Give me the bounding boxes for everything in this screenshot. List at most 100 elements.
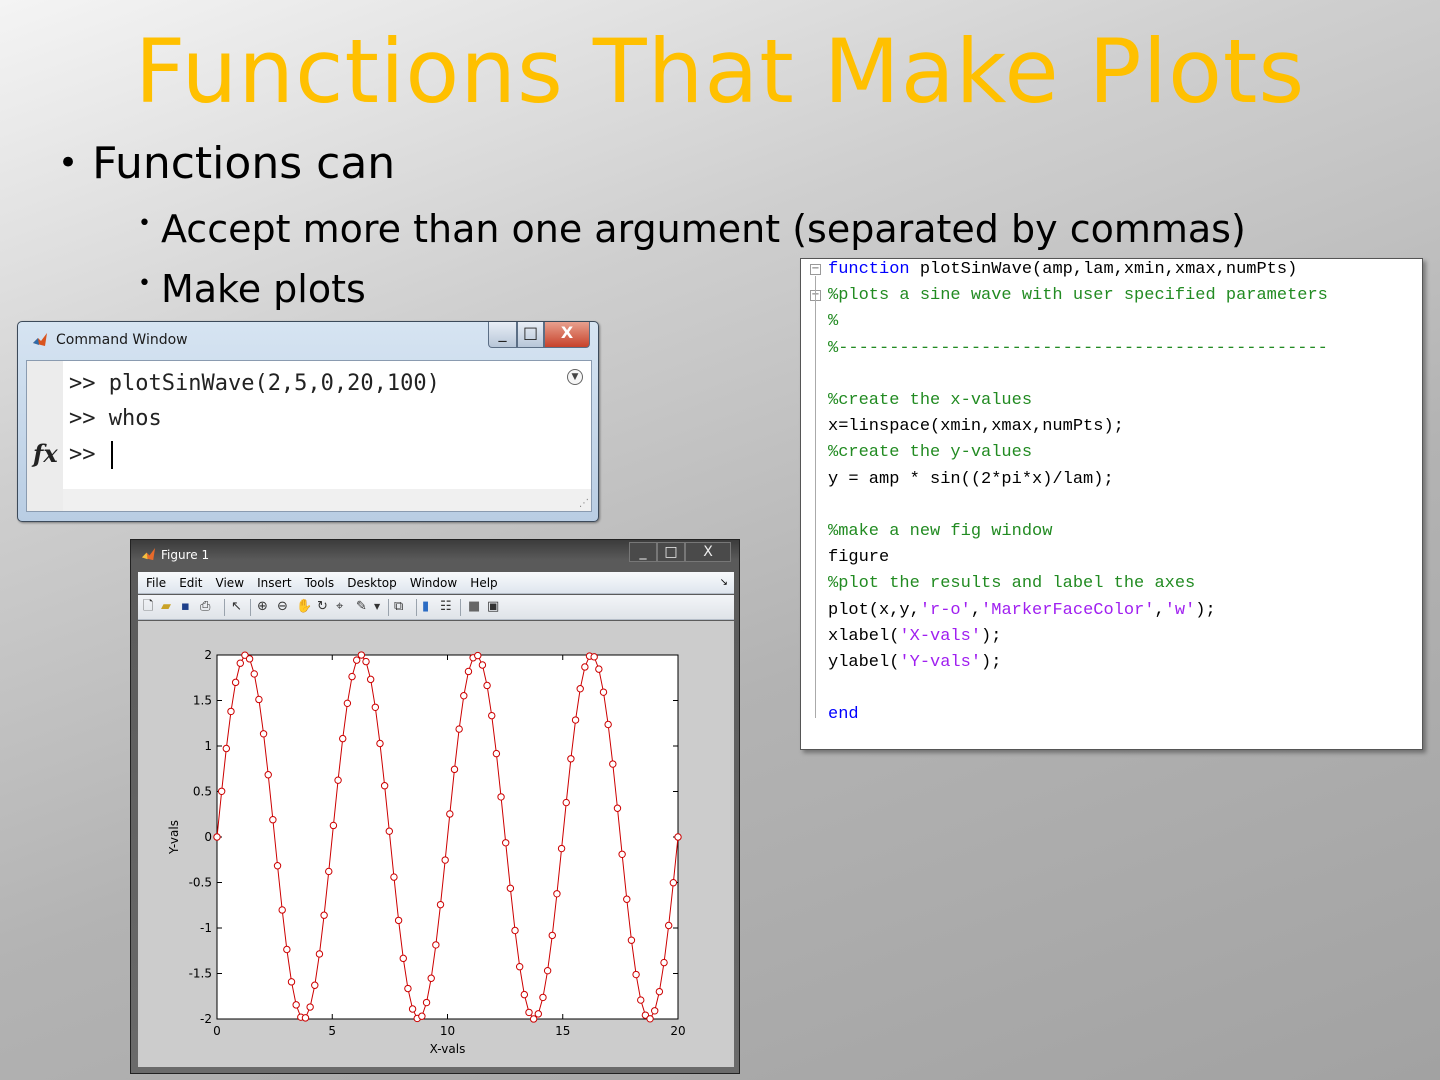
code-line[interactable]: %create the y-values <box>828 443 1032 462</box>
window-actions-icon[interactable]: ▼ <box>567 369 583 385</box>
show-plot-tools-icon[interactable]: ▣ <box>487 599 499 615</box>
code-line[interactable]: y = amp * sin((2*pi*x)/lam); <box>828 470 1114 489</box>
close-button[interactable]: X <box>685 542 731 562</box>
code-keyword: function <box>828 260 910 279</box>
code-editor[interactable]: − − function plotSinWave(amp,lam,xmin,xm… <box>800 258 1423 750</box>
x-tick-label: 5 <box>328 1024 336 1038</box>
command-line-active[interactable]: >> <box>69 441 113 469</box>
data-point-marker <box>613 804 622 812</box>
menu-edit[interactable]: Edit <box>179 572 202 594</box>
maximize-button[interactable]: □ <box>517 322 544 348</box>
y-tick-label: -1 <box>200 921 212 935</box>
brush-icon[interactable]: ✎ <box>356 599 367 615</box>
maximize-button[interactable]: □ <box>657 542 685 562</box>
code-line[interactable]: xlabel('X-vals'); <box>828 627 1001 646</box>
minimize-button[interactable]: _ <box>488 322 517 348</box>
data-point-marker <box>301 1014 310 1022</box>
save-icon[interactable]: ▪ <box>181 599 190 615</box>
data-point-marker <box>590 653 598 661</box>
new-figure-icon[interactable]: 🗋 <box>143 599 153 615</box>
code-line[interactable]: end <box>828 705 859 724</box>
x-tick-label: 10 <box>440 1024 455 1038</box>
code-line[interactable]: figure <box>828 548 889 567</box>
command-window[interactable]: Command Window _ □ X fx >> plotSinWave(2… <box>17 321 599 522</box>
sine-wave-plot[interactable]: 0 5 10 15 20 -2 -1.5 -1 -0.5 0 0.5 1 1.5 2 X-vals Y-val… <box>138 621 734 1067</box>
data-point-marker <box>213 833 221 841</box>
menu-help[interactable]: Help <box>470 572 497 594</box>
data-point-marker <box>315 950 324 958</box>
data-point-marker <box>623 895 631 903</box>
data-point-marker <box>222 744 231 753</box>
code-line[interactable]: plot(x,y,'r-o','MarkerFaceColor','w'); <box>828 601 1216 620</box>
code-line[interactable]: x=linspace(xmin,xmax,numPts); <box>828 417 1124 436</box>
code-line[interactable]: ylabel('Y-vals'); <box>828 653 1001 672</box>
minimize-button[interactable]: _ <box>629 542 657 562</box>
data-point-marker <box>436 900 445 909</box>
data-point-marker <box>502 839 510 847</box>
close-button[interactable]: X <box>544 322 590 348</box>
code-text: ylabel( <box>828 653 900 672</box>
code-line[interactable]: function plotSinWave(amp,lam,xmin,xmax,n… <box>828 260 1297 279</box>
data-point-marker <box>446 810 454 818</box>
command-input-area[interactable]: >> plotSinWave(2,5,0,20,100) >> whos >> … <box>63 361 591 489</box>
code-line[interactable]: %create the x-values <box>828 391 1032 410</box>
pan-hand-icon[interactable]: ✋ <box>296 599 312 615</box>
rotate-3d-icon[interactable]: ↻ <box>317 599 328 615</box>
data-point-marker <box>366 675 375 684</box>
y-tick-label: -2 <box>200 1012 212 1026</box>
menu-file[interactable]: File <box>146 572 166 594</box>
code-line[interactable]: %plot the results and label the axes <box>828 574 1195 593</box>
data-point-marker <box>627 936 636 944</box>
data-point-marker <box>525 1008 533 1017</box>
dropdown-arrow-icon[interactable]: ▼ <box>374 599 380 615</box>
menu-window[interactable]: Window <box>410 572 457 594</box>
menu-insert[interactable]: Insert <box>257 572 291 594</box>
figure-window[interactable]: Figure 1 _ □ X File Edit View Insert Too… <box>130 539 740 1074</box>
data-point-marker <box>380 782 389 790</box>
code-line[interactable]: %make a new fig window <box>828 522 1052 541</box>
data-point-marker <box>483 681 491 690</box>
menu-desktop[interactable]: Desktop <box>347 572 397 594</box>
y-tick-label: 0 <box>204 830 212 844</box>
data-cursor-icon[interactable]: ⌖ <box>336 599 343 615</box>
legend-icon[interactable]: ☷ <box>440 599 452 615</box>
command-window-body[interactable]: fx >> plotSinWave(2,5,0,20,100) >> whos … <box>26 360 592 512</box>
matlab-logo-icon <box>33 333 47 346</box>
zoom-out-icon[interactable]: ⊖ <box>277 599 288 615</box>
toolbar-separator <box>460 599 461 616</box>
menu-tools[interactable]: Tools <box>305 572 335 594</box>
command-line: >> plotSinWave(2,5,0,20,100) <box>69 371 440 396</box>
bullet-functions-can: • Functions can <box>58 138 396 189</box>
dock-arrow-icon[interactable]: ↘ <box>720 572 728 594</box>
code-line[interactable]: % <box>828 312 838 331</box>
code-line[interactable]: %plots a sine wave with user specified p… <box>828 286 1328 305</box>
data-point-marker <box>651 1007 659 1015</box>
data-point-marker <box>287 978 296 986</box>
code-keyword: end <box>828 705 859 725</box>
code-text: , <box>1154 600 1165 620</box>
code-line[interactable]: %---------------------------------------… <box>828 339 1328 358</box>
fold-collapse-icon[interactable]: − <box>810 264 821 275</box>
link-plot-icon[interactable]: ⧉ <box>394 599 403 615</box>
data-point-marker <box>571 716 580 724</box>
open-file-icon[interactable]: ▰ <box>161 599 171 615</box>
menu-view[interactable]: View <box>216 572 244 594</box>
print-icon[interactable]: ⎙ <box>200 599 210 615</box>
data-point-marker <box>506 884 515 892</box>
figure-titlebar[interactable]: Figure 1 _ □ X <box>131 540 739 568</box>
code-string: 'Y-vals' <box>899 653 982 672</box>
function-browser-icon[interactable]: fx <box>33 439 58 468</box>
hide-plot-tools-icon[interactable]: ■ <box>468 599 480 615</box>
data-point-marker <box>557 844 566 853</box>
figure-canvas[interactable]: 0 5 10 15 20 -2 -1.5 -1 -0.5 0 0.5 1 1.5 2 X-vals Y-val… <box>138 621 734 1067</box>
data-point-marker <box>394 916 403 925</box>
data-point-marker <box>464 667 473 676</box>
colorbar-icon[interactable]: ▮ <box>422 599 429 615</box>
fold-line <box>815 276 816 718</box>
data-point-marker <box>376 739 384 748</box>
select-arrow-icon[interactable]: ↖ <box>231 599 242 615</box>
zoom-in-icon[interactable]: ⊕ <box>257 599 268 615</box>
command-window-titlebar[interactable]: Command Window _ □ X <box>18 322 598 358</box>
resize-grip-icon[interactable]: ⋰ <box>579 498 589 509</box>
command-text: whos <box>108 406 162 431</box>
